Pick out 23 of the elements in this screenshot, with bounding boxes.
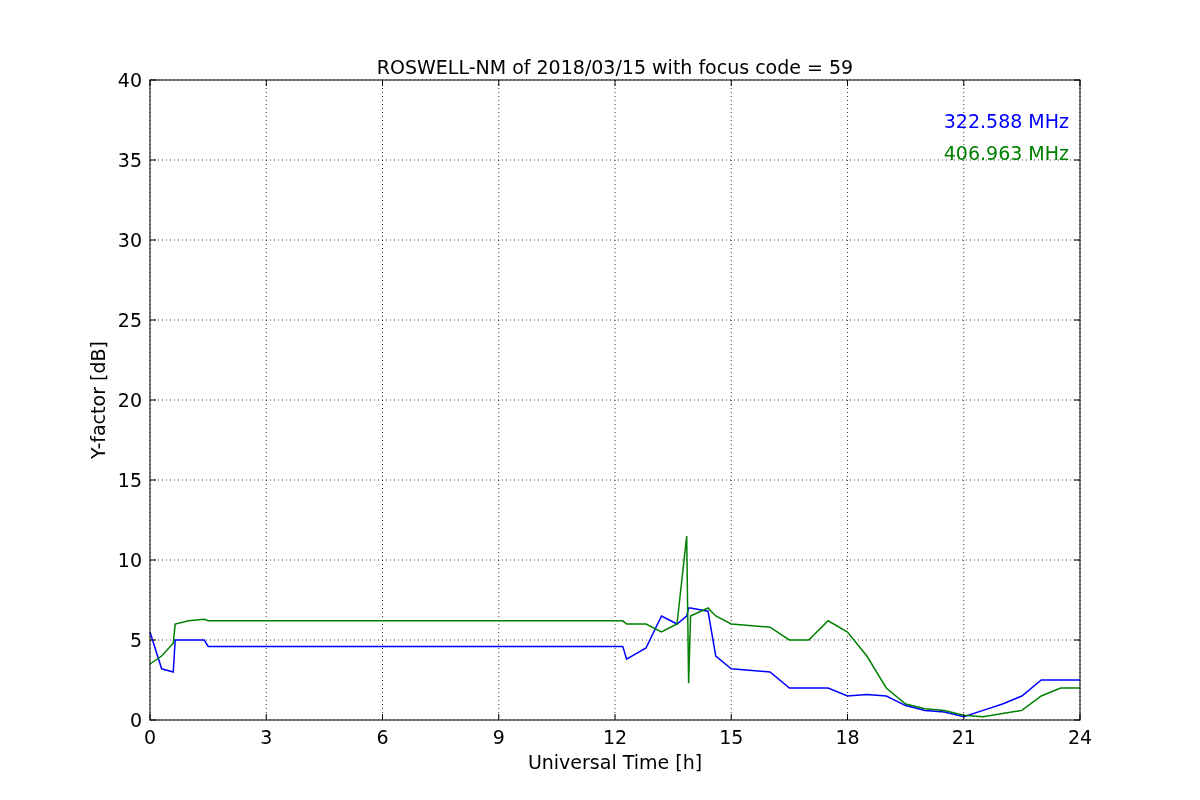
x-tick-label: 6 bbox=[376, 726, 389, 748]
x-tick-label: 24 bbox=[1067, 726, 1093, 748]
legend-label: 322.588 MHz bbox=[943, 110, 1069, 132]
y-tick-label: 30 bbox=[117, 229, 142, 251]
x-tick-label: 18 bbox=[835, 726, 860, 748]
y-tick-label: 40 bbox=[117, 69, 142, 91]
x-tick-label: 21 bbox=[951, 726, 976, 748]
x-tick-label: 0 bbox=[143, 726, 157, 748]
chart-title: ROSWELL-NM of 2018/03/15 with focus code = 59 bbox=[376, 56, 854, 78]
y-tick-label: 20 bbox=[117, 389, 142, 411]
x-tick-label: 9 bbox=[492, 726, 505, 748]
y-axis-title: Y-factor [dB] bbox=[87, 341, 109, 459]
y-tick-label: 15 bbox=[117, 469, 142, 491]
x-tick-label: 15 bbox=[719, 726, 744, 748]
x-tick-label: 12 bbox=[602, 726, 628, 748]
y-tick-label: 0 bbox=[129, 709, 142, 731]
y-tick-label: 35 bbox=[117, 149, 142, 171]
y-tick-label: 10 bbox=[117, 549, 142, 571]
legend-label: 406.963 MHz bbox=[943, 142, 1069, 164]
x-tick-label: 3 bbox=[260, 726, 273, 748]
x-axis-title: Universal Time [h] bbox=[527, 751, 703, 773]
y-tick-label: 5 bbox=[129, 629, 142, 651]
y-tick-label: 25 bbox=[117, 309, 142, 331]
